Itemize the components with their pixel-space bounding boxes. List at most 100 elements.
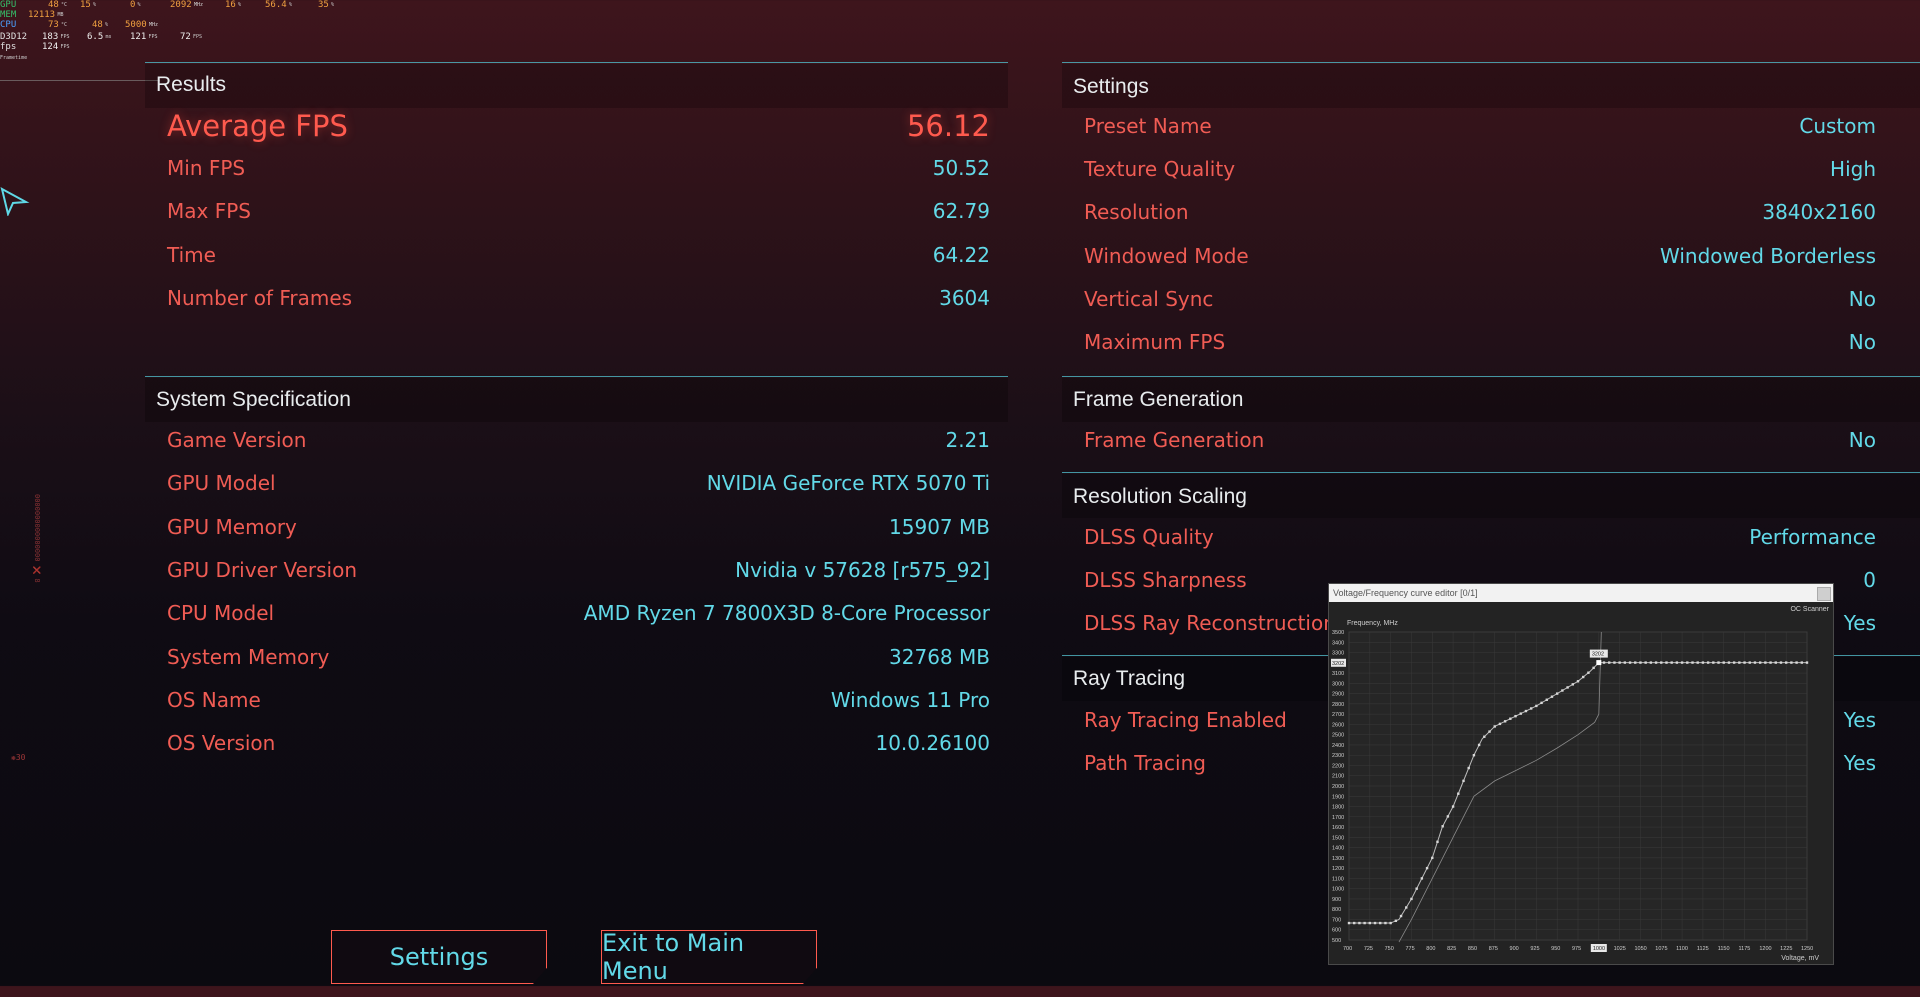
vf-x-tick-label: 950	[1551, 946, 1560, 952]
vf-curve-point	[1379, 921, 1382, 925]
system-spec-row: GPU Driver Version Nvidia v 57628 [r575_9…	[167, 558, 990, 588]
vf-curve-point	[1524, 709, 1528, 713]
overlay-unit: %	[93, 2, 97, 8]
vf-x-tick-label: 1025	[1614, 946, 1626, 952]
vf-y-tick-label: 1100	[1332, 876, 1344, 882]
vf-curve-point	[1717, 661, 1720, 664]
vf-curve-point	[1665, 661, 1668, 664]
vf-curve-point	[1758, 661, 1762, 664]
vf-curve-point	[1498, 722, 1502, 726]
ray-tracing-title: Ray Tracing	[1073, 667, 1186, 690]
vf-curve-point	[1795, 661, 1798, 664]
vf-curve-point	[1696, 661, 1699, 664]
vf-curve-point	[1425, 866, 1429, 870]
system-spec-value: Windows 11 Pro	[830, 687, 990, 712]
system-spec-row: OS Version 10.0.26100	[167, 731, 990, 761]
vf-curve-point	[1373, 921, 1377, 925]
overlay-unit: FPS	[60, 34, 70, 40]
panel-divider	[145, 376, 1008, 377]
system-spec-label: OS Name	[167, 687, 261, 712]
vf-curve-point	[1503, 720, 1507, 723]
vf-curve-point	[1592, 666, 1595, 670]
vf-curve-point	[1467, 766, 1470, 770]
panel-header: Resolution Scaling	[1062, 474, 1920, 518]
vf-x-tick-label: 1100	[1676, 946, 1688, 952]
vf-y-tick-label: 1000	[1332, 887, 1344, 893]
vf-y-tick-label: 1900	[1332, 794, 1344, 800]
vf-y-tick-label: 1800	[1332, 805, 1344, 811]
vf-y-tick-label: 2900	[1332, 692, 1344, 698]
pointer-cursor-icon	[0, 187, 30, 216]
panel-divider	[145, 62, 1008, 63]
results-label: Time	[167, 242, 216, 267]
vf-curve-point	[1670, 661, 1673, 664]
vf-curve-point	[1764, 661, 1767, 664]
vf-x-tick-label: 1050	[1634, 946, 1646, 952]
vf-curve-point	[1634, 661, 1637, 664]
vf-y-tick-label: 2500	[1332, 733, 1344, 739]
vf-curve-point	[1602, 661, 1606, 664]
vf-x-tick-label: 725	[1364, 946, 1373, 952]
panel-header: Frame Generation	[1062, 378, 1920, 422]
system-spec-value: 10.0.26100	[875, 731, 990, 756]
vf-curve-point	[1654, 661, 1658, 664]
vf-curve-chart[interactable]: 500 600 700 800 900 1000 1100 1200 1300 1400 1500 1…	[1329, 584, 1833, 964]
vf-y-tick-label: 2300	[1332, 753, 1344, 759]
vf-x-tick-label: 825	[1447, 946, 1456, 952]
overlay-value: 56.4	[265, 0, 287, 10]
settings-row: Texture Quality High	[1084, 157, 1876, 187]
vf-y-tick-label: 1300	[1332, 856, 1344, 862]
vf-x-tick-label: 1125	[1697, 946, 1709, 952]
vf-curve-point	[1732, 661, 1736, 664]
system-spec-title: System Specification	[156, 388, 351, 411]
settings-label: Vertical Sync	[1084, 286, 1214, 311]
settings-value: Windowed Borderless	[1660, 243, 1876, 268]
vf-y-tick-label: 3400	[1332, 640, 1344, 646]
results-value: 50.52	[932, 156, 990, 180]
overlay-value: 12113	[28, 10, 56, 20]
vf-curve-point	[1535, 704, 1538, 708]
panel-divider	[1062, 376, 1920, 377]
vf-y-tick-label: 3100	[1332, 671, 1344, 677]
vf-curve-point	[1769, 661, 1772, 664]
vf-curve-point	[1660, 661, 1663, 664]
overlay-value: 72	[180, 32, 191, 42]
overlay-value: 183	[42, 32, 59, 42]
vf-y-tick-label: 3202	[1332, 661, 1344, 667]
vf-curve-point	[1561, 689, 1564, 692]
vf-y-tick-label: 900	[1332, 897, 1341, 903]
settings-value: No	[1848, 330, 1876, 354]
system-spec-label: System Memory	[167, 644, 330, 669]
overlay-value: 5000	[125, 20, 147, 30]
system-spec-value: NVIDIA GeForce RTX 5070 Ti	[706, 471, 990, 496]
system-spec-label: GPU Model	[167, 471, 276, 496]
vf-x-tick-label: 925	[1530, 946, 1539, 952]
vf-curve-point	[1571, 683, 1574, 686]
frametime-graph-line	[0, 80, 160, 81]
overlay-unit: ms	[105, 34, 112, 40]
vf-curve-point	[1727, 661, 1731, 664]
vf-y-tick-label: 2800	[1332, 702, 1344, 708]
vf-selected-point	[1596, 660, 1602, 666]
ray-tracing-value: Yes	[1843, 708, 1876, 732]
vf-curve-point	[1457, 792, 1460, 795]
frame-generation-title: Frame Generation	[1073, 388, 1244, 411]
vf-y-tick-label: 2200	[1332, 763, 1344, 769]
frame-generation-label: Frame Generation	[1084, 428, 1265, 452]
exit-to-main-menu-button[interactable]: Exit to Main Menu	[601, 930, 817, 984]
settings-button[interactable]: Settings	[331, 930, 547, 984]
vf-curve-point	[1431, 856, 1434, 860]
vf-x-tick-label: 1075	[1655, 946, 1667, 952]
vf-curve-point	[1644, 661, 1647, 664]
vf-y-tick-label: 800	[1332, 907, 1341, 913]
vf-y-tick-label: 2100	[1332, 774, 1344, 780]
results-row: Time 64.22	[167, 243, 990, 273]
panel-divider	[1062, 472, 1920, 473]
overlay-value: 0	[130, 0, 136, 10]
vf-x-tick-label: 975	[1572, 946, 1581, 952]
vf-curve-point	[1555, 692, 1559, 695]
vf-curve-editor-window[interactable]: Voltage/Frequency curve editor [0/1] OC …	[1328, 583, 1834, 965]
vf-curve-point	[1394, 919, 1398, 923]
settings-label: Texture Quality	[1084, 157, 1236, 182]
panel-header: Settings	[1062, 64, 1920, 108]
